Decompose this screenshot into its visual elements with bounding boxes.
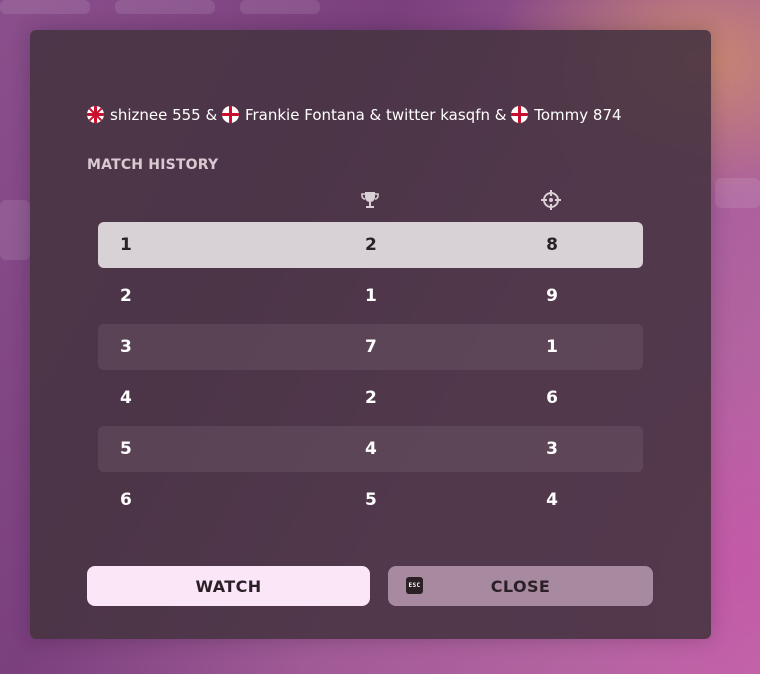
eliminations-value: 8 (546, 235, 558, 255)
background-panel (0, 0, 90, 14)
player-list: shiznee 555 & Frankie Fontana & twitter … (87, 106, 647, 125)
match-number: 1 (120, 235, 132, 255)
trophy-icon (359, 189, 381, 211)
player-name: Tommy 874 (534, 106, 622, 124)
placement-value: 7 (365, 337, 377, 357)
placement-value: 4 (365, 439, 377, 459)
placement-value: 2 (365, 388, 377, 408)
match-history-modal: shiznee 555 & Frankie Fontana & twitter … (30, 30, 711, 639)
england-flag-icon (511, 106, 529, 123)
close-button-label: CLOSE (490, 576, 551, 596)
crosshair-icon (540, 189, 562, 211)
match-history-table: 1 2 8 2 1 9 3 7 1 4 2 6 5 4 3 6 5 4 (98, 222, 643, 528)
table-row[interactable]: 2 1 9 (98, 273, 643, 319)
player-name: shiznee 555 (110, 106, 201, 124)
match-number: 4 (120, 388, 132, 408)
match-number: 2 (120, 286, 132, 306)
watch-button[interactable]: WATCH (87, 566, 370, 606)
table-row[interactable]: 3 7 1 (98, 324, 643, 370)
eliminations-value: 4 (546, 490, 558, 510)
table-row[interactable]: 6 5 4 (98, 477, 643, 523)
section-title: MATCH HISTORY (87, 157, 219, 173)
eliminations-value: 3 (546, 439, 558, 459)
eliminations-value: 1 (546, 337, 558, 357)
close-button[interactable]: ESC CLOSE (388, 566, 653, 606)
table-row[interactable]: 4 2 6 (98, 375, 643, 421)
esc-key-icon: ESC (406, 577, 423, 594)
separator: & (490, 106, 512, 124)
uk-flag-icon (87, 106, 104, 123)
watch-button-label: WATCH (195, 576, 262, 596)
separator: & (200, 106, 222, 124)
eliminations-value: 6 (546, 388, 558, 408)
match-number: 6 (120, 490, 132, 510)
background-panel (240, 0, 320, 14)
background-panel (115, 0, 215, 14)
match-number: 5 (120, 439, 132, 459)
eliminations-value: 9 (546, 286, 558, 306)
placement-value: 5 (365, 490, 377, 510)
england-flag-icon (221, 106, 239, 123)
match-number: 3 (120, 337, 132, 357)
table-row[interactable]: 5 4 3 (98, 426, 643, 472)
background-panel (715, 178, 760, 208)
placement-value: 1 (365, 286, 377, 306)
player-name: Frankie Fontana & twitter kasqfn (244, 106, 490, 124)
placement-value: 2 (365, 235, 377, 255)
table-row[interactable]: 1 2 8 (98, 222, 643, 268)
background-panel (0, 200, 30, 260)
